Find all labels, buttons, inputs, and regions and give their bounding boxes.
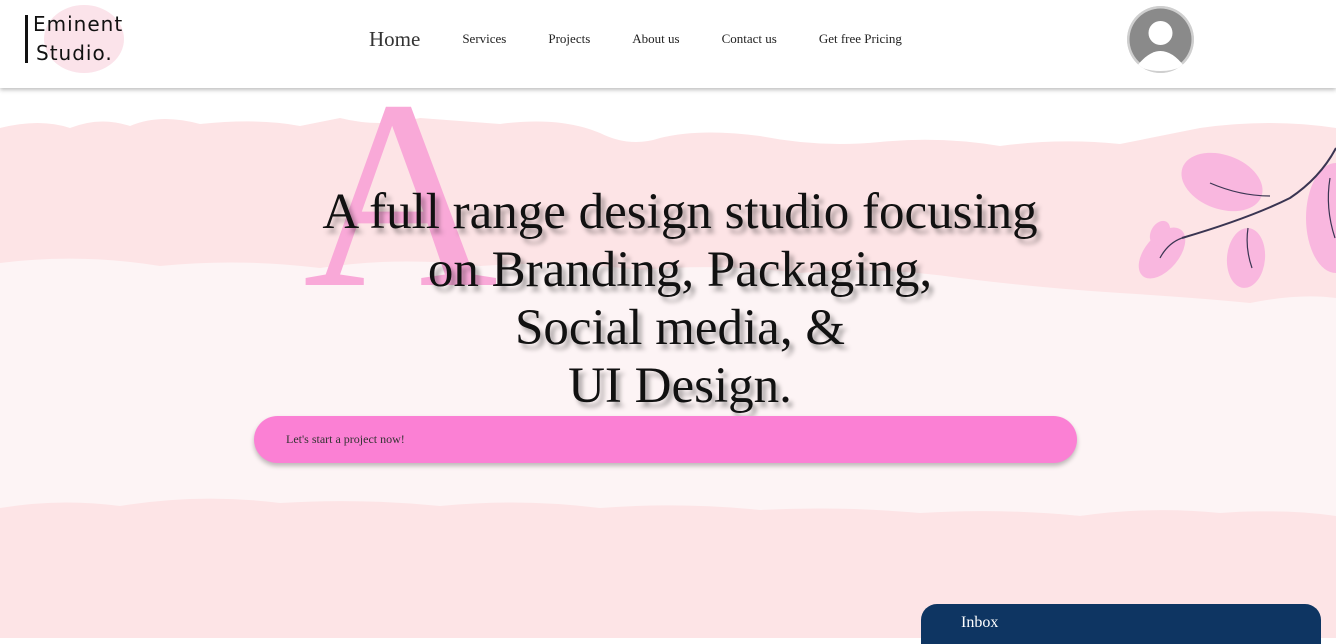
main-nav: Home Services Projects About us Contact … — [369, 0, 944, 78]
hero-section: A A full range design studio focusing on… — [0, 60, 1336, 638]
nav-home[interactable]: Home — [369, 27, 420, 52]
user-avatar-icon[interactable] — [1127, 6, 1194, 73]
start-project-label: Let's start a project now! — [286, 432, 405, 446]
logo-text-line2: Studio. — [36, 41, 113, 65]
logo-text-line1: Eminent — [33, 12, 124, 36]
studio-logo[interactable]: Eminent Studio. — [20, 4, 124, 76]
headline-line: Social media, & — [514, 300, 845, 356]
headline-line: A full range design studio focusing — [322, 184, 1038, 240]
nav-services[interactable]: Services — [462, 31, 506, 47]
site-header: Eminent Studio. Home Services Projects A… — [0, 0, 1336, 88]
hero-headline: A full range design studio focusing on B… — [0, 183, 1336, 415]
nav-about-us[interactable]: About us — [632, 31, 679, 47]
inbox-label: Inbox — [961, 614, 999, 631]
start-project-button[interactable]: Let's start a project now! — [254, 416, 1077, 463]
headline-line: on Branding, Packaging, — [427, 242, 933, 298]
logo-bar — [25, 15, 28, 63]
nav-get-free-pricing[interactable]: Get free Pricing — [819, 31, 902, 47]
nav-projects[interactable]: Projects — [548, 31, 590, 47]
inbox-chat-button[interactable]: Inbox — [921, 604, 1321, 644]
nav-contact-us[interactable]: Contact us — [722, 31, 777, 47]
headline-line: UI Design. — [568, 358, 792, 414]
